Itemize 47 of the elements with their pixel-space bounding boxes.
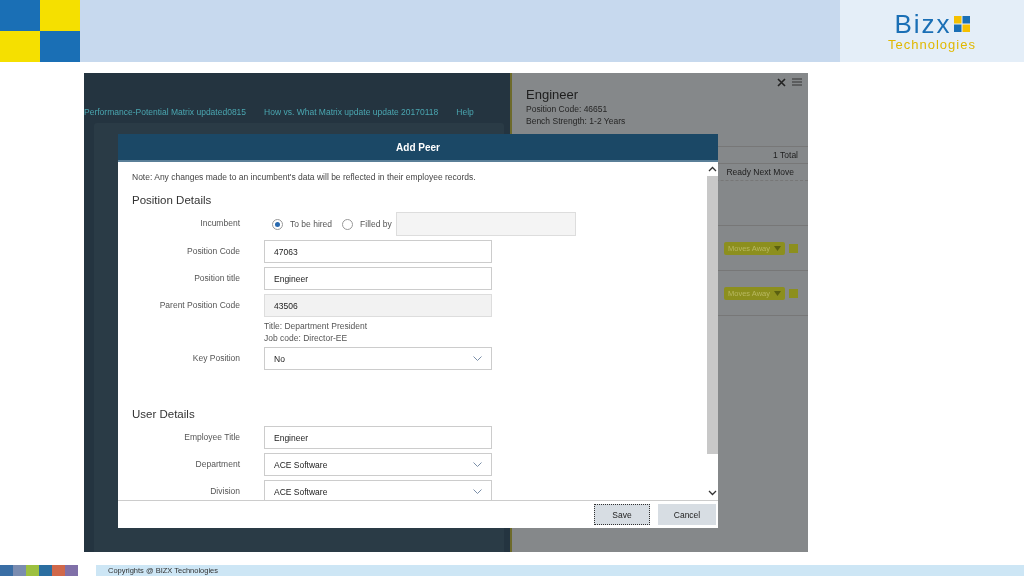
field-label: Incumbent bbox=[199, 217, 240, 228]
section-heading: User Details bbox=[132, 408, 196, 420]
save-button[interactable]: Save bbox=[594, 504, 650, 525]
nav-link[interactable]: Performance-Potential Matrix updated0815 bbox=[84, 107, 247, 117]
field-label: Division bbox=[209, 485, 240, 496]
panel-title: Engineer bbox=[526, 87, 579, 102]
total-count: 1 Total bbox=[773, 150, 798, 160]
field-label: Department bbox=[194, 458, 240, 469]
logo-squares-icon bbox=[953, 15, 970, 32]
badge bbox=[789, 243, 798, 253]
panel-detail: Bench Strength: 1-2 Years bbox=[525, 116, 627, 126]
logo-squares-icon bbox=[0, 0, 80, 62]
field-note: Title: Department President bbox=[264, 321, 369, 331]
chevron-down-icon bbox=[473, 356, 482, 361]
select-field[interactable]: No bbox=[264, 347, 492, 370]
input-field: 43506 bbox=[264, 294, 492, 317]
select-field[interactable]: ACE Software bbox=[264, 453, 492, 476]
input-field[interactable]: Engineer bbox=[264, 426, 492, 449]
field-label: Key Position bbox=[191, 352, 240, 363]
section-heading: Position Details bbox=[132, 194, 213, 206]
select-field[interactable]: ACE Software bbox=[264, 480, 492, 500]
dialog-title: Add Peer bbox=[396, 141, 440, 153]
chevron-up-icon[interactable] bbox=[707, 166, 717, 172]
chevron-down-icon bbox=[473, 462, 482, 467]
logo-word: Bizx bbox=[894, 10, 952, 37]
field-label: Parent Position Code bbox=[158, 299, 240, 310]
nav-link[interactable]: Help bbox=[456, 107, 474, 117]
input-field[interactable]: 47063 bbox=[264, 240, 492, 263]
close-icon[interactable] bbox=[777, 77, 786, 87]
logo-subtitle: Technologies bbox=[888, 36, 976, 52]
nav-link[interactable]: How vs. What Matrix update update 20170118 bbox=[264, 107, 439, 117]
field-label: Position title bbox=[193, 272, 240, 283]
panel-detail: Position Code: 46651 bbox=[525, 104, 609, 114]
chevron-down-icon bbox=[473, 489, 482, 494]
caret-icon bbox=[774, 290, 781, 296]
caret-icon bbox=[774, 245, 781, 251]
note-text: Note: Any changes made to an incumbent's data will be reflected in their employee records. bbox=[132, 172, 477, 182]
field-label: Employee Title bbox=[183, 431, 240, 442]
input-field[interactable]: Engineer bbox=[264, 267, 492, 290]
radio-option[interactable]: To be hired bbox=[272, 218, 333, 230]
cancel-button[interactable]: Cancel bbox=[658, 504, 716, 525]
field-note: Job code: Director-EE bbox=[264, 333, 349, 343]
field-label: Position Code bbox=[186, 245, 240, 256]
badge bbox=[789, 288, 798, 298]
column-heading: Ready Next Move bbox=[726, 167, 794, 177]
radio-option[interactable]: Filled by bbox=[342, 218, 392, 230]
chevron-down-icon[interactable] bbox=[707, 490, 717, 496]
